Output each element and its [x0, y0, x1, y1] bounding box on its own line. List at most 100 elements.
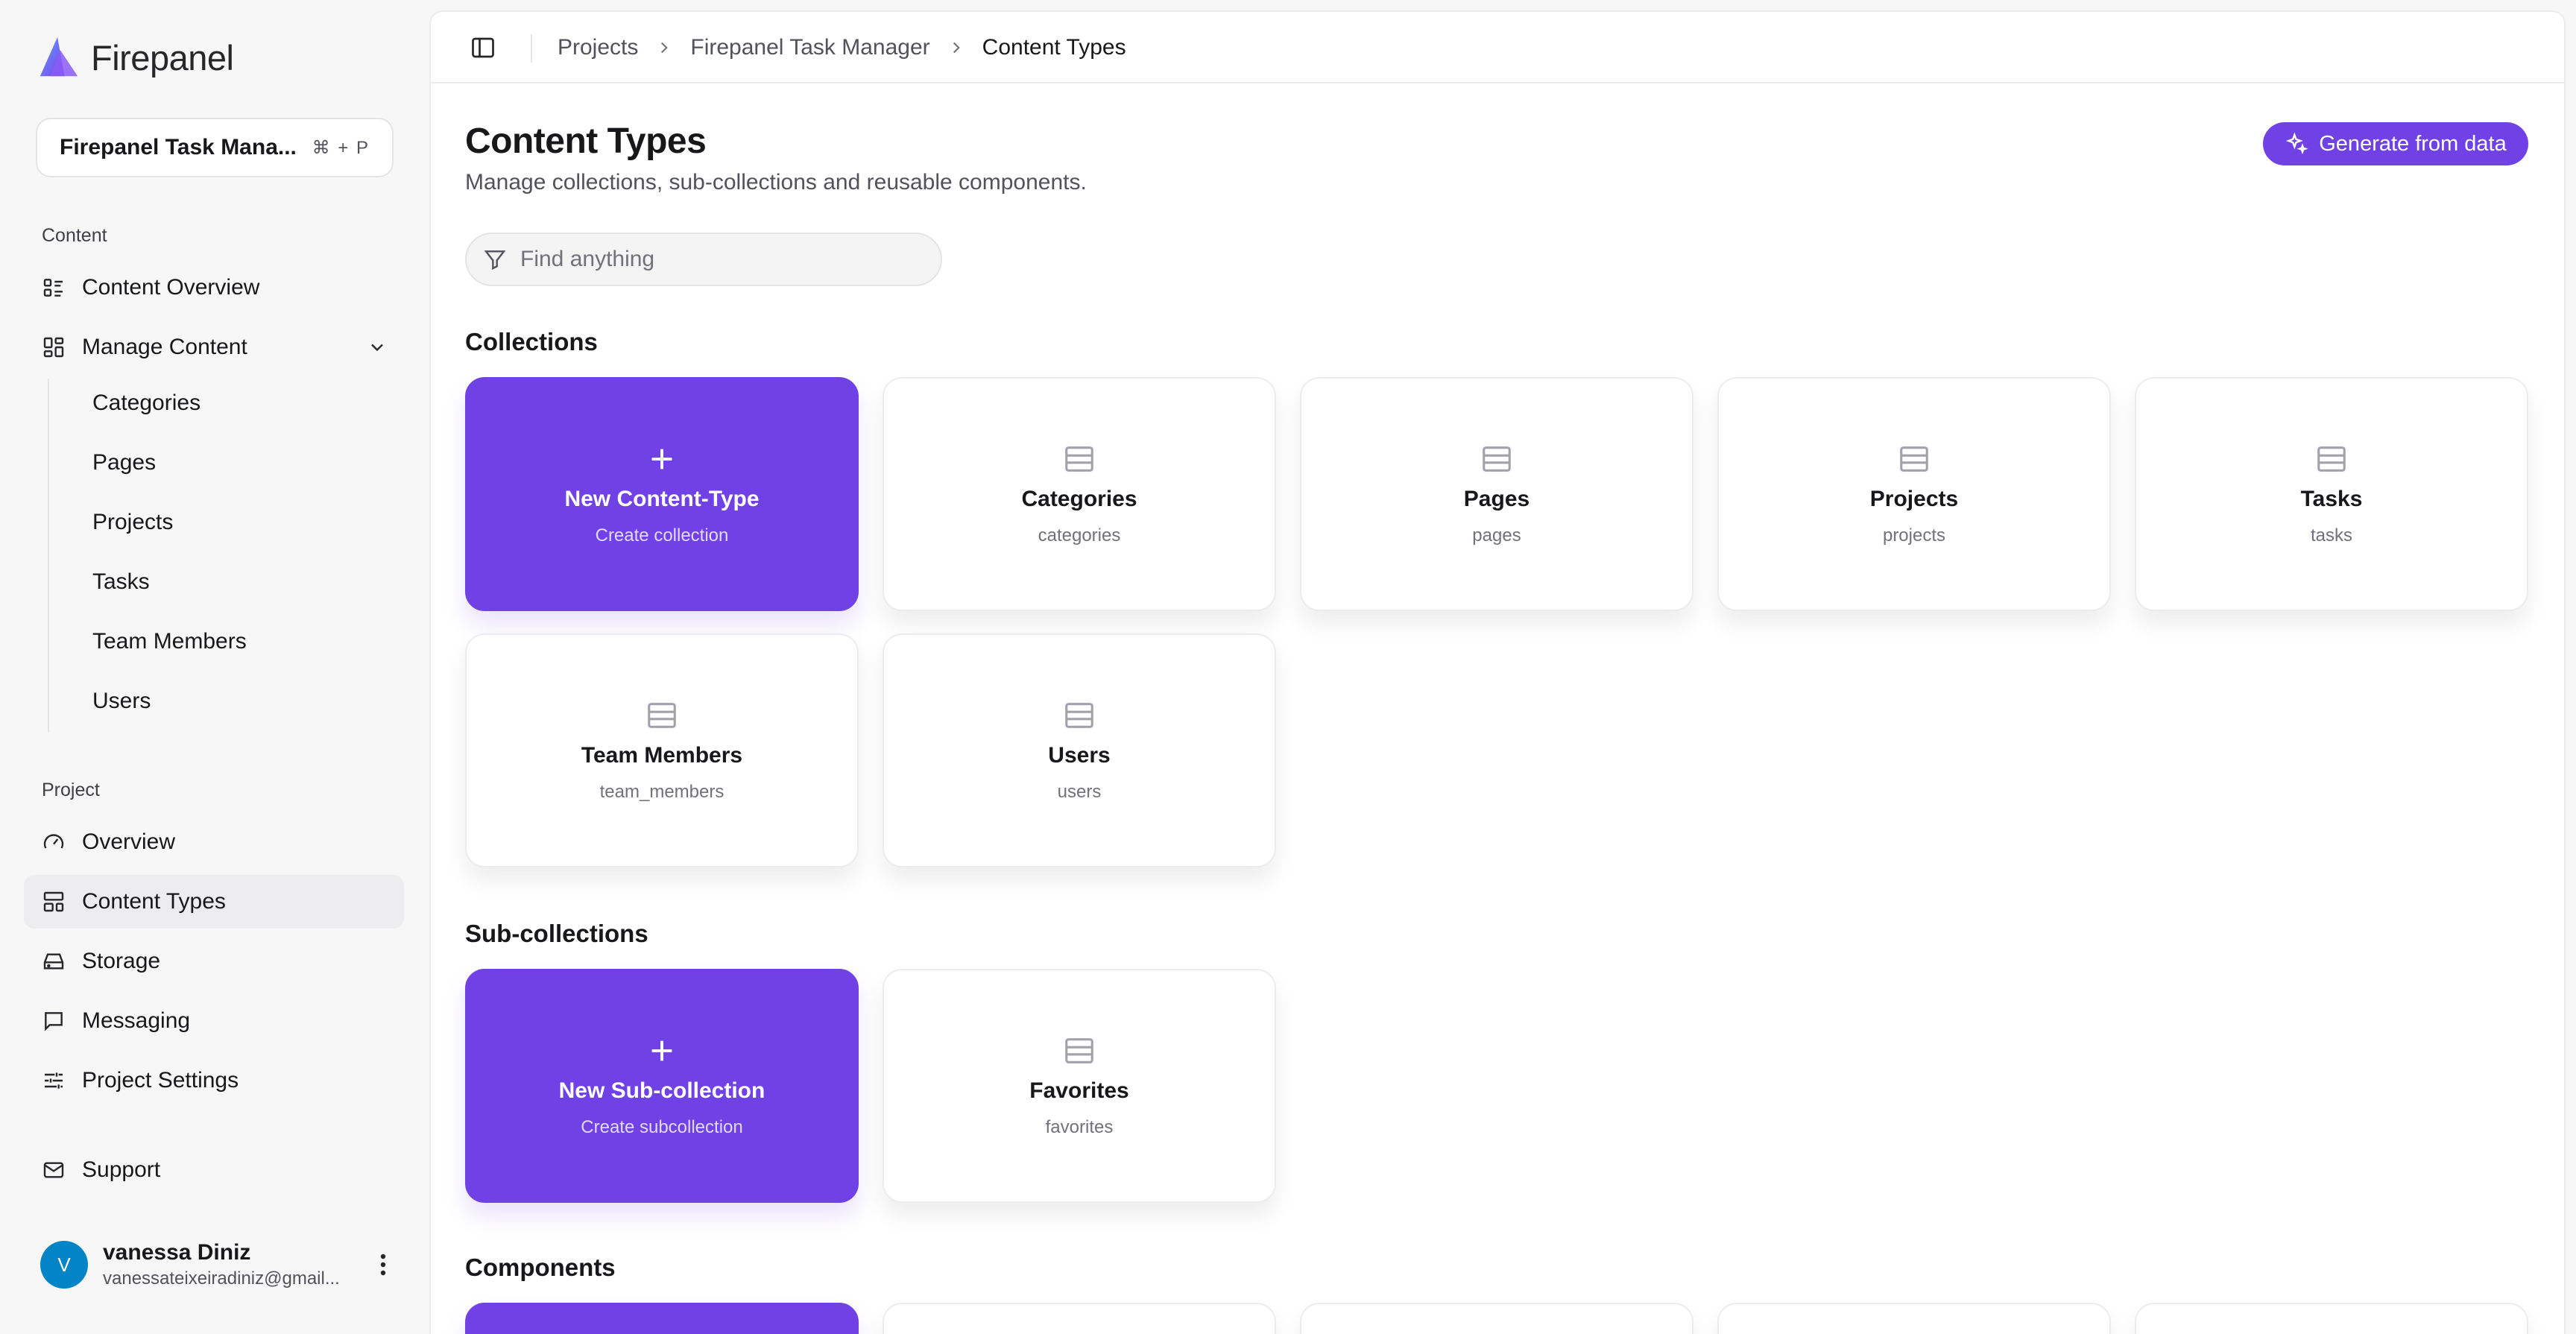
collections-heading: Collections	[465, 328, 598, 355]
card-title: Favorites	[1029, 1078, 1129, 1103]
sidebar-section-project: Project	[42, 780, 100, 800]
subcollection-card-favorites[interactable]: Favorites favorites	[883, 969, 1276, 1203]
sidebar: Firepanel Firepanel Task Mana... ⌘ + P C…	[0, 0, 428, 1334]
component-card[interactable]	[883, 1303, 1276, 1334]
sidebar-item-overview[interactable]: Overview	[24, 815, 404, 869]
collection-card-team-members[interactable]: Team Members team_members	[465, 633, 859, 867]
user-name: vanessa Diniz	[103, 1240, 251, 1265]
sidebar-item-project-settings[interactable]: Project Settings	[24, 1054, 404, 1107]
firepanel-logo-icon	[40, 37, 78, 77]
collection-card-categories[interactable]: Categories categories	[883, 377, 1276, 611]
mail-icon	[42, 1158, 66, 1182]
card-title: Team Members	[581, 743, 743, 768]
chevron-down-icon[interactable]	[367, 337, 388, 358]
sidebar-subitem-team-members[interactable]: Team Members	[75, 618, 247, 666]
sidebar-subitem-users[interactable]: Users	[75, 677, 151, 725]
card-slug: projects	[1882, 525, 1946, 546]
sparkles-icon	[2286, 132, 2308, 155]
collection-card-tasks[interactable]: Tasks tasks	[2135, 377, 2528, 611]
table-icon	[1900, 446, 1928, 472]
sidebar-subitem-pages[interactable]: Pages	[75, 439, 156, 487]
user-profile[interactable]: V vanessa Diniz vanessateixeiradiniz@gma…	[40, 1240, 398, 1289]
new-subcollection-card[interactable]: New Sub-collection Create subcollection	[465, 969, 859, 1203]
dashboard-icon	[42, 335, 66, 359]
sidebar-item-storage[interactable]: Storage	[24, 935, 404, 988]
sidebar-item-label: Overview	[82, 829, 176, 854]
page-title: Content Types	[465, 121, 707, 161]
sidebar-item-label: Content Types	[82, 889, 226, 914]
card-title: Categories	[1021, 487, 1137, 511]
collection-card-projects[interactable]: Projects projects	[1717, 377, 2111, 611]
project-switcher-shortcut: ⌘ + P	[312, 137, 370, 158]
sidebar-item-content-types[interactable]: Content Types	[24, 875, 404, 929]
message-icon	[42, 1009, 66, 1033]
component-card[interactable]	[2135, 1303, 2528, 1334]
card-title: Tasks	[2300, 487, 2363, 511]
sidebar-subitem-tasks[interactable]: Tasks	[75, 558, 150, 606]
project-switcher[interactable]: Firepanel Task Mana... ⌘ + P	[36, 118, 394, 177]
card-subtitle: Create subcollection	[581, 1117, 743, 1137]
subnav-divider	[48, 379, 49, 732]
chevron-right-icon	[953, 42, 960, 54]
plus-icon	[651, 449, 672, 470]
search-input[interactable]	[520, 247, 893, 272]
app-root: Firepanel Firepanel Task Mana... ⌘ + P C…	[0, 0, 2576, 1334]
breadcrumb: Projects Firepanel Task Manager Content …	[558, 12, 1126, 83]
breadcrumb-current: Content Types	[982, 35, 1126, 60]
breadcrumb-projects[interactable]: Projects	[558, 35, 638, 60]
card-slug: tasks	[2310, 525, 2352, 546]
collection-card-pages[interactable]: Pages pages	[1300, 377, 1693, 611]
layout-icon	[42, 890, 66, 914]
filter-icon	[484, 250, 506, 270]
sidebar-item-support[interactable]: Support	[24, 1143, 404, 1197]
card-title: Pages	[1463, 487, 1530, 511]
sidebar-subitem-categories[interactable]: Categories	[75, 379, 201, 427]
brand[interactable]: Firepanel	[36, 34, 234, 80]
sidebar-item-label: Manage Content	[82, 335, 247, 359]
gauge-icon	[42, 830, 66, 854]
table-icon	[1483, 446, 1511, 472]
more-options-icon[interactable]	[368, 1250, 398, 1280]
sliders-icon	[42, 1069, 66, 1093]
sidebar-item-label: Project Settings	[82, 1068, 239, 1093]
card-subtitle: Create collection	[595, 525, 729, 546]
chevron-right-icon	[661, 42, 669, 54]
sidebar-item-manage-content[interactable]: Manage Content	[24, 320, 404, 374]
component-card[interactable]	[1300, 1303, 1693, 1334]
component-card[interactable]	[1717, 1303, 2111, 1334]
sidebar-section-content: Content	[42, 225, 107, 246]
page-subtitle: Manage collections, sub-collections and …	[465, 170, 1087, 195]
sidebar-item-label: Support	[82, 1157, 161, 1182]
subcollections-heading: Sub-collections	[465, 920, 648, 947]
card-title: New Content-Type	[564, 487, 760, 511]
collection-card-users[interactable]: Users users	[883, 633, 1276, 867]
breadcrumb-project[interactable]: Firepanel Task Manager	[690, 35, 929, 60]
user-email: vanessateixeiradiniz@gmail...	[103, 1268, 340, 1289]
sidebar-item-label: Storage	[82, 949, 161, 973]
sidebar-item-content-overview[interactable]: Content Overview	[24, 261, 404, 314]
sidebar-item-label: Messaging	[82, 1008, 191, 1033]
sidebar-toggle-icon[interactable]	[470, 34, 496, 61]
card-title: New Sub-collection	[558, 1078, 765, 1103]
table-icon	[1065, 446, 1093, 472]
components-heading: Components	[465, 1254, 616, 1281]
avatar: V	[40, 1241, 88, 1289]
generate-from-data-button[interactable]: Generate from data	[2263, 122, 2528, 165]
sidebar-item-label: Content Overview	[82, 275, 260, 300]
sidebar-subitem-projects[interactable]: Projects	[75, 499, 173, 546]
list-icon	[42, 276, 66, 300]
table-icon	[648, 703, 676, 728]
table-icon	[2317, 446, 2346, 472]
generate-label: Generate from data	[2319, 131, 2507, 156]
plus-icon	[651, 1040, 672, 1061]
search-box[interactable]	[465, 233, 942, 286]
sidebar-item-messaging[interactable]: Messaging	[24, 994, 404, 1048]
card-title: Users	[1048, 743, 1111, 768]
table-icon	[1065, 1038, 1093, 1063]
new-content-type-card[interactable]: New Content-Type Create collection	[465, 377, 859, 611]
card-slug: favorites	[1045, 1117, 1114, 1137]
project-switcher-name: Firepanel Task Mana...	[60, 135, 297, 159]
topbar: Projects Firepanel Task Manager Content …	[431, 12, 2564, 83]
brand-name: Firepanel	[91, 37, 234, 78]
new-component-card[interactable]	[465, 1303, 859, 1334]
